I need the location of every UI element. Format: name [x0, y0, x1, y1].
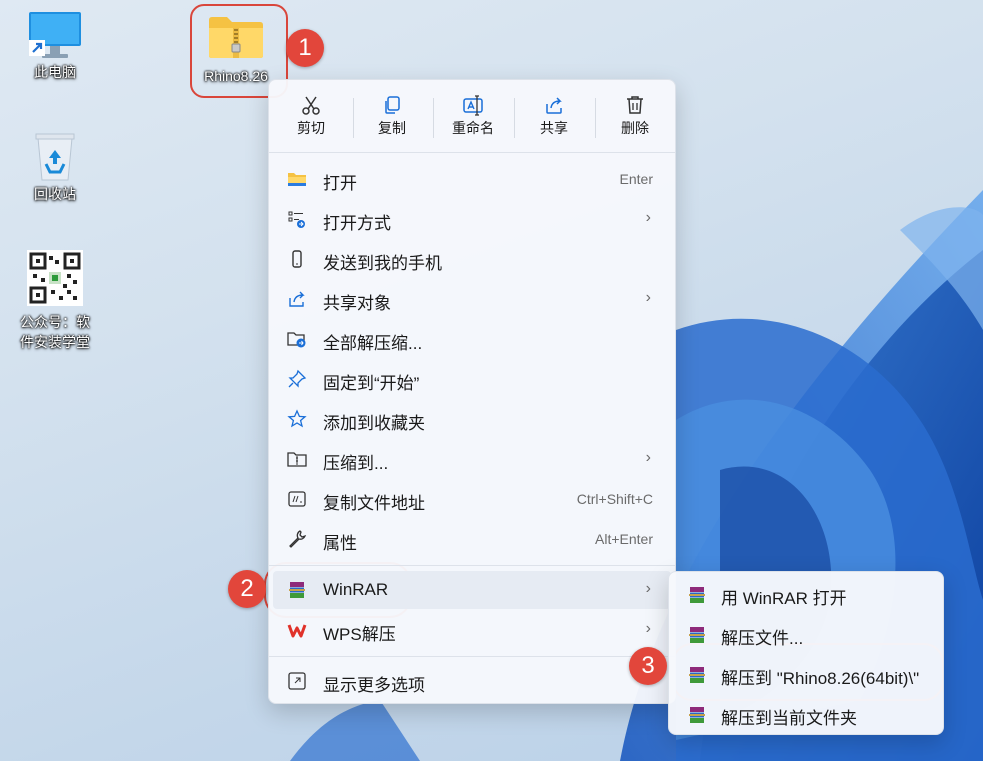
menu-item-copy-path[interactable]: 复制文件地址 Ctrl+Shift+C: [273, 480, 671, 518]
desktop-icon-this-pc[interactable]: 此电脑: [18, 10, 92, 82]
menu-item-label: WinRAR: [323, 580, 389, 599]
copy-icon: [385, 96, 400, 114]
trash-icon: [627, 96, 643, 114]
share-label: 共享: [540, 120, 568, 136]
menu-item-label: WPS解压: [323, 625, 396, 644]
rename-label: 重命名: [452, 120, 494, 136]
delete-label: 删除: [621, 120, 649, 136]
step-badge-2: 2: [228, 570, 266, 608]
pin-icon: [288, 369, 307, 388]
more-options-icon: [288, 672, 306, 690]
submenu-item-extract-here[interactable]: 解压到当前文件夹: [673, 697, 939, 731]
menu-item-label: 属性: [323, 534, 357, 553]
submenu-item-label: 解压文件...: [721, 629, 804, 648]
star-icon: [287, 409, 307, 428]
open-with-icon: [288, 211, 305, 228]
copy-path-icon: [288, 491, 306, 507]
shortcut-text: Enter: [619, 171, 653, 187]
copy-label: 复制: [378, 120, 406, 136]
menu-divider: [269, 152, 675, 153]
chevron-right-icon: ›: [645, 620, 651, 637]
menu-item-share-with[interactable]: 共享对象 ›: [273, 280, 671, 318]
step-badge-1: 1: [286, 29, 324, 67]
cut-label: 剪切: [297, 120, 325, 136]
winrar-icon: [689, 707, 705, 723]
submenu-item-label: 用 WinRAR 打开: [721, 589, 847, 608]
compress-icon: [287, 452, 307, 467]
submenu-item-extract-to-folder[interactable]: 解压到 "Rhino8.26(64bit)\": [673, 657, 939, 691]
menu-item-label: 打开: [323, 174, 357, 193]
submenu-item-label: 解压到 "Rhino8.26(64bit)\": [721, 669, 920, 688]
winrar-icon: [289, 582, 305, 598]
menu-item-label: 固定到“开始”: [323, 374, 420, 393]
share-icon: [289, 291, 305, 307]
submenu-item-open-with-winrar[interactable]: 用 WinRAR 打开: [673, 577, 939, 611]
wrench-icon: [289, 530, 307, 548]
scissors-icon: [302, 96, 320, 115]
menu-item-label: 复制文件地址: [323, 494, 425, 513]
menu-item-extract-all[interactable]: 全部解压缩...: [273, 320, 671, 358]
menu-item-label: 发送到我的手机: [323, 254, 442, 273]
context-toolbar: 剪切 复制 重命名 共享 删除: [269, 80, 675, 150]
step-badge-3: 3: [629, 647, 667, 685]
menu-item-compress-to[interactable]: 压缩到... ›: [273, 440, 671, 478]
menu-item-label: 打开方式: [323, 214, 391, 233]
wps-icon: [287, 624, 307, 638]
folder-icon: [288, 173, 306, 186]
menu-item-label: 压缩到...: [323, 454, 389, 473]
extract-folder-icon: [287, 332, 306, 348]
winrar-icon: [689, 667, 705, 683]
menu-item-pin-to-start[interactable]: 固定到“开始”: [273, 360, 671, 398]
menu-item-send-to-phone[interactable]: 发送到我的手机: [273, 240, 671, 278]
menu-divider: [269, 656, 675, 657]
monitor-icon: [29, 12, 81, 58]
desktop-icon-label: 回收站: [34, 186, 76, 202]
share-button[interactable]: 共享: [514, 90, 594, 144]
menu-item-label: 全部解压缩...: [323, 334, 423, 353]
copy-button[interactable]: 复制: [352, 90, 432, 144]
winrar-submenu: 用 WinRAR 打开 解压文件... 解压到 "Rhino8.26(64bit…: [668, 571, 944, 735]
menu-item-show-more-options[interactable]: 显示更多选项: [273, 662, 671, 700]
submenu-item-extract-files[interactable]: 解压文件...: [673, 617, 939, 651]
winrar-icon: [689, 627, 705, 643]
submenu-item-label: 解压到当前文件夹: [721, 709, 857, 728]
chevron-right-icon: ›: [645, 209, 651, 226]
delete-button[interactable]: 删除: [595, 90, 675, 144]
rename-icon: [463, 95, 483, 116]
shortcut-text: Ctrl+Shift+C: [576, 491, 653, 507]
menu-item-properties[interactable]: 属性 Alt+Enter: [273, 520, 671, 558]
cut-button[interactable]: 剪切: [271, 90, 351, 144]
chevron-right-icon: ›: [645, 289, 651, 306]
recycle-bin-icon: [35, 133, 75, 181]
desktop-icon-label: 此电脑: [34, 64, 76, 80]
shortcut-text: Alt+Enter: [595, 531, 653, 547]
menu-item-open-with[interactable]: 打开方式 ›: [273, 200, 671, 238]
desktop-icon-recycle-bin[interactable]: 回收站: [18, 128, 92, 204]
menu-item-label: 添加到收藏夹: [323, 414, 425, 433]
qr-code-icon: [27, 250, 83, 306]
share-icon: [546, 97, 562, 114]
menu-item-open[interactable]: 打开 Enter: [273, 160, 671, 198]
desktop-icon-qr-image[interactable]: 公众号：软 件安装学堂: [14, 250, 96, 352]
chevron-right-icon: ›: [645, 580, 651, 597]
menu-divider: [269, 565, 675, 566]
menu-item-wps-extract[interactable]: WPS解压 ›: [273, 611, 671, 649]
chevron-right-icon: ›: [645, 449, 651, 466]
rename-button[interactable]: 重命名: [433, 90, 513, 144]
desktop-icon-label-line2: 件安装学堂: [20, 334, 90, 350]
menu-item-label: 显示更多选项: [323, 676, 425, 695]
menu-item-add-to-favorites[interactable]: 添加到收藏夹: [273, 400, 671, 438]
menu-item-label: 共享对象: [323, 294, 391, 313]
context-menu: 剪切 复制 重命名 共享 删除 打开 Enter 打开方式 › 发送到我的手机 …: [268, 79, 676, 704]
phone-icon: [292, 250, 302, 268]
winrar-icon: [689, 587, 705, 603]
desktop-icon-label-line1: 公众号：软: [20, 314, 90, 330]
menu-item-winrar[interactable]: WinRAR ›: [273, 571, 671, 609]
